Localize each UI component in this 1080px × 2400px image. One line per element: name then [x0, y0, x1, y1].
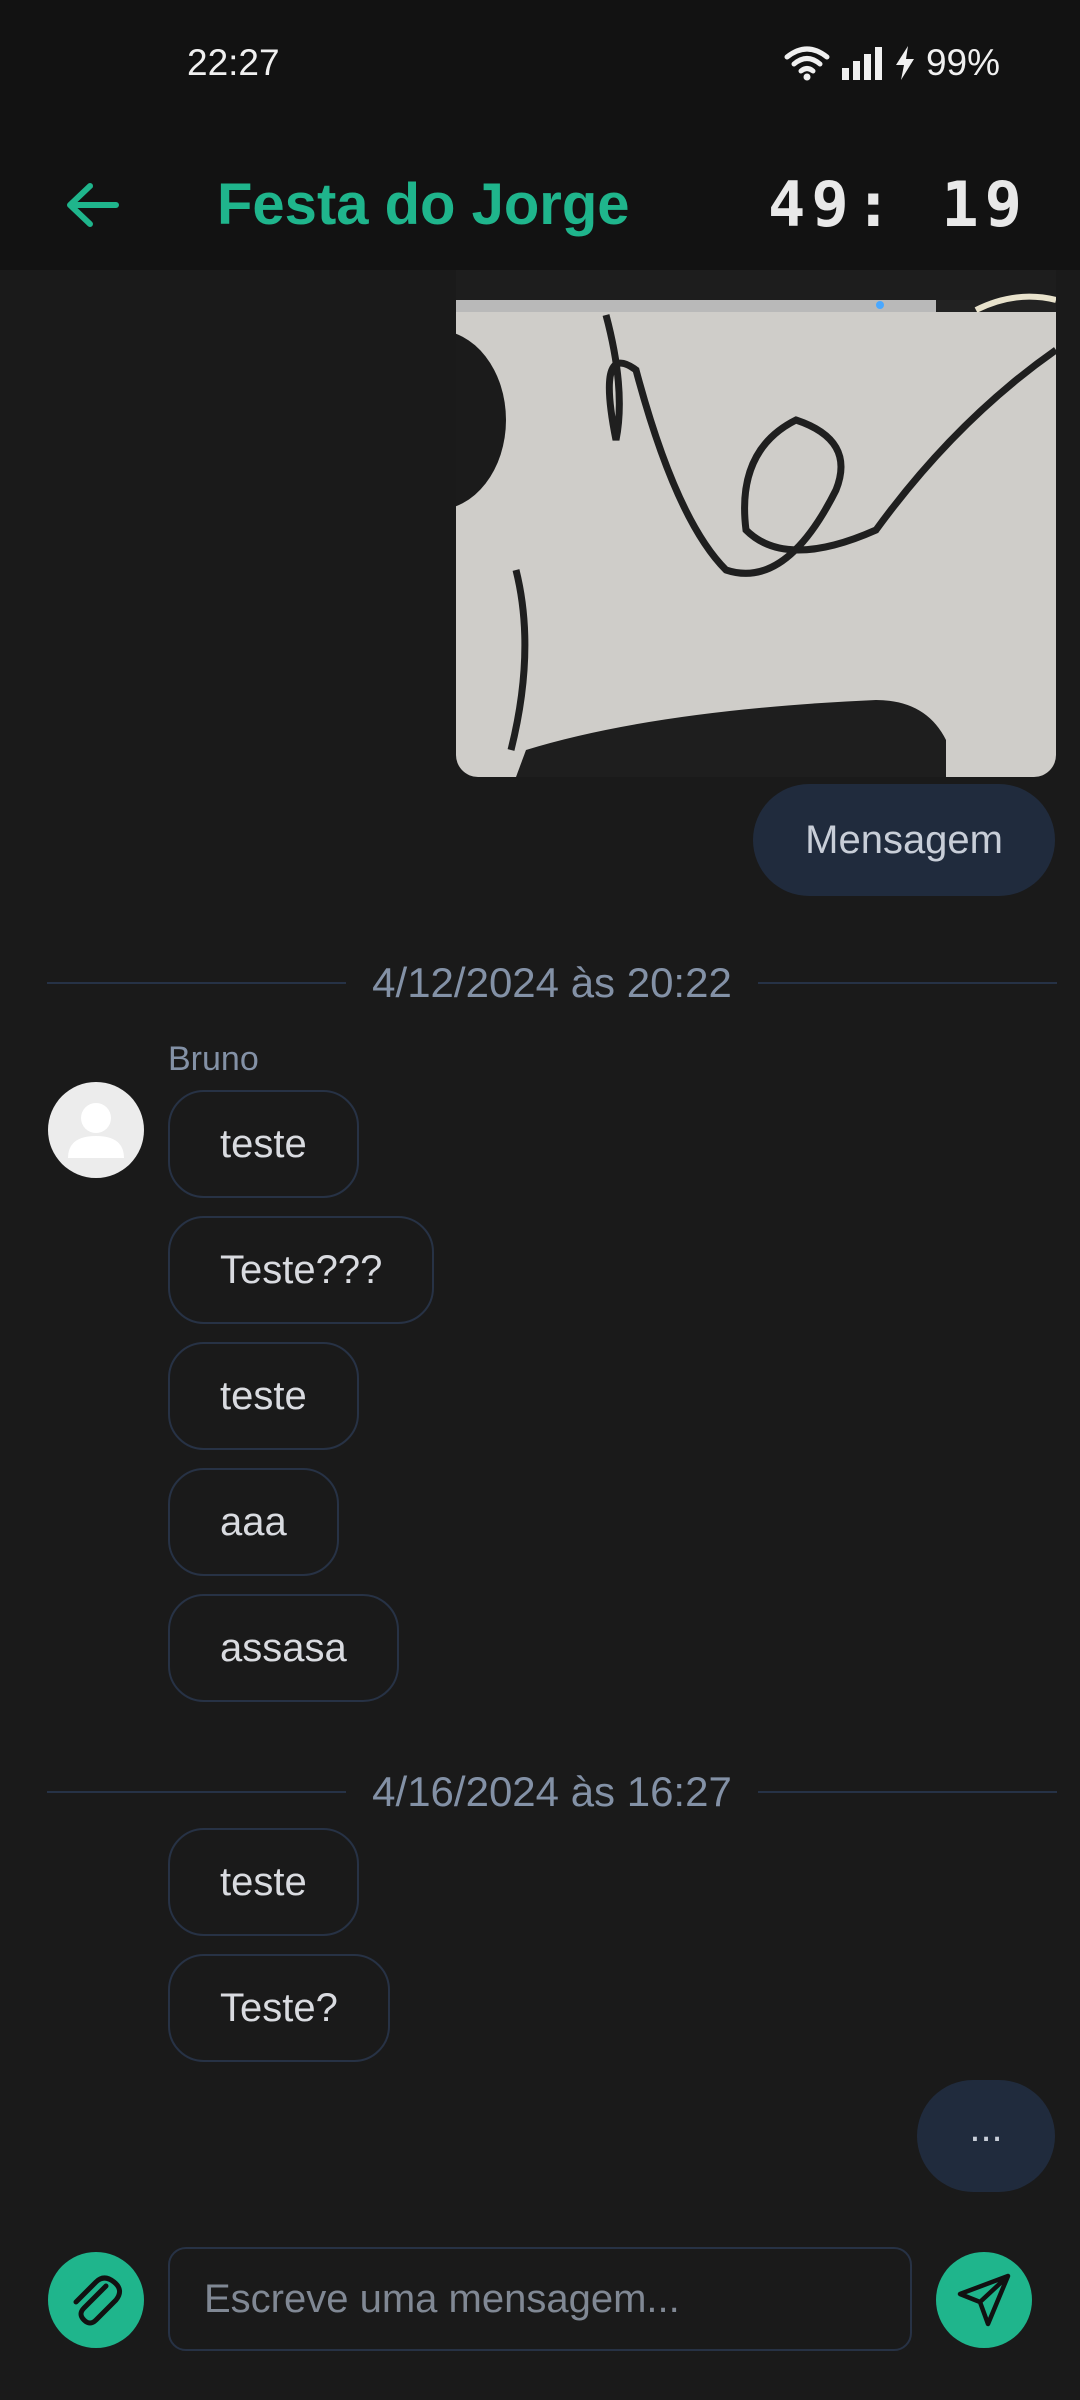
attach-button[interactable]: [48, 2252, 144, 2348]
message-list[interactable]: Mensagem 4/12/2024 às 20:22 Bruno teste …: [0, 270, 1080, 2220]
date-divider: 4/16/2024 às 16:27: [47, 1767, 1057, 1817]
charging-icon: [895, 46, 914, 80]
wifi-icon: [784, 46, 830, 81]
status-time: 22:27: [187, 42, 280, 83]
send-icon: [957, 2273, 1011, 2327]
photo-content: [456, 270, 1056, 777]
chat-title: Festa do Jorge: [217, 172, 630, 237]
incoming-message-bubble[interactable]: teste: [168, 1342, 359, 1450]
date-divider: 4/12/2024 às 20:22: [47, 958, 1057, 1008]
message-composer: [0, 2220, 1080, 2400]
status-icons: 99%: [784, 42, 1000, 84]
countdown-timer: 49: 19: [768, 168, 1028, 241]
incoming-message-bubble[interactable]: Teste???: [168, 1216, 435, 1324]
image-message[interactable]: [456, 270, 1056, 777]
back-button[interactable]: [52, 165, 132, 245]
incoming-message-bubble[interactable]: teste: [168, 1828, 359, 1936]
back-arrow-icon: [67, 183, 119, 227]
incoming-message-bubble[interactable]: teste: [168, 1090, 359, 1198]
date-divider-label: 4/12/2024 às 20:22: [372, 959, 732, 1006]
own-message-bubble[interactable]: Mensagem: [753, 784, 1055, 896]
date-divider-label: 4/16/2024 às 16:27: [372, 1768, 732, 1815]
sender-name: Bruno: [168, 1040, 259, 1078]
send-button[interactable]: [936, 2252, 1032, 2348]
message-input[interactable]: [168, 2247, 912, 2351]
signal-icon: [841, 47, 882, 80]
status-bar: 22:27 99%: [0, 0, 1080, 135]
typing-indicator: ...: [917, 2080, 1055, 2192]
incoming-message-bubble[interactable]: assasa: [168, 1594, 399, 1702]
avatar-placeholder-icon: [68, 1103, 124, 1158]
divider-line: [47, 1791, 347, 1793]
incoming-message-bubble[interactable]: Teste?: [168, 1954, 390, 2062]
paperclip-icon: [73, 2275, 122, 2326]
incoming-message-bubble[interactable]: aaa: [168, 1468, 339, 1576]
divider-line: [757, 982, 1057, 984]
divider-line: [47, 982, 347, 984]
avatar[interactable]: [48, 1082, 144, 1178]
divider-line: [757, 1791, 1057, 1793]
battery-percent: 99%: [925, 42, 1000, 83]
chat-header: Festa do Jorge 49: 19: [0, 135, 1080, 270]
